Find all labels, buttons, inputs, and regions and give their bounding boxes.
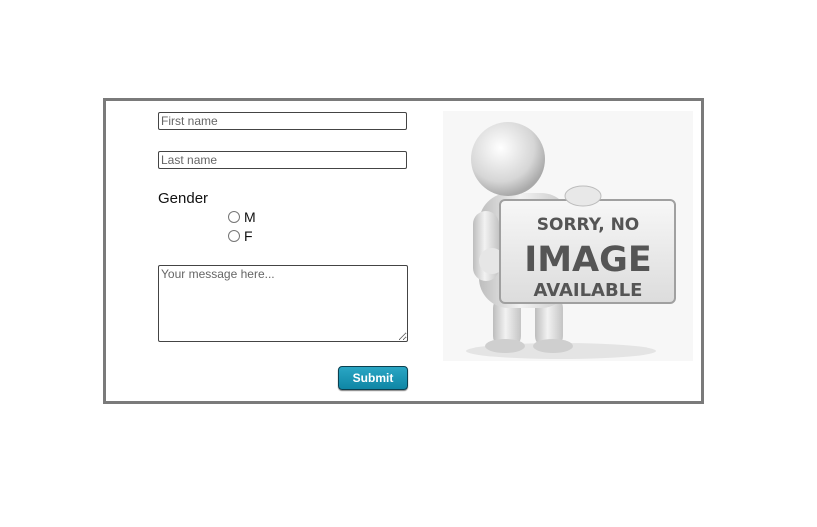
submit-button[interactable]: Submit [338,366,408,390]
gender-option-f-label: F [244,228,253,244]
no-image-placeholder-icon: SORRY, NO IMAGE AVAILABLE [443,111,693,361]
gender-radio-m[interactable] [228,211,240,223]
gender-option-m-label: M [244,209,256,225]
last-name-input[interactable] [158,151,407,169]
contact-form-container: Gender M F Submit [103,98,704,404]
first-name-input[interactable] [158,112,407,130]
gender-radio-f[interactable] [228,230,240,242]
gender-option-m[interactable]: M [228,209,256,225]
figure-head [471,122,545,196]
gender-label: Gender [158,190,209,207]
sign-text-line3: AVAILABLE [534,280,643,301]
gender-option-f[interactable]: F [228,228,253,244]
message-textarea[interactable] [158,265,408,342]
sign-text-line1: SORRY, NO [537,215,640,235]
sign-text-line2: IMAGE [524,240,652,280]
